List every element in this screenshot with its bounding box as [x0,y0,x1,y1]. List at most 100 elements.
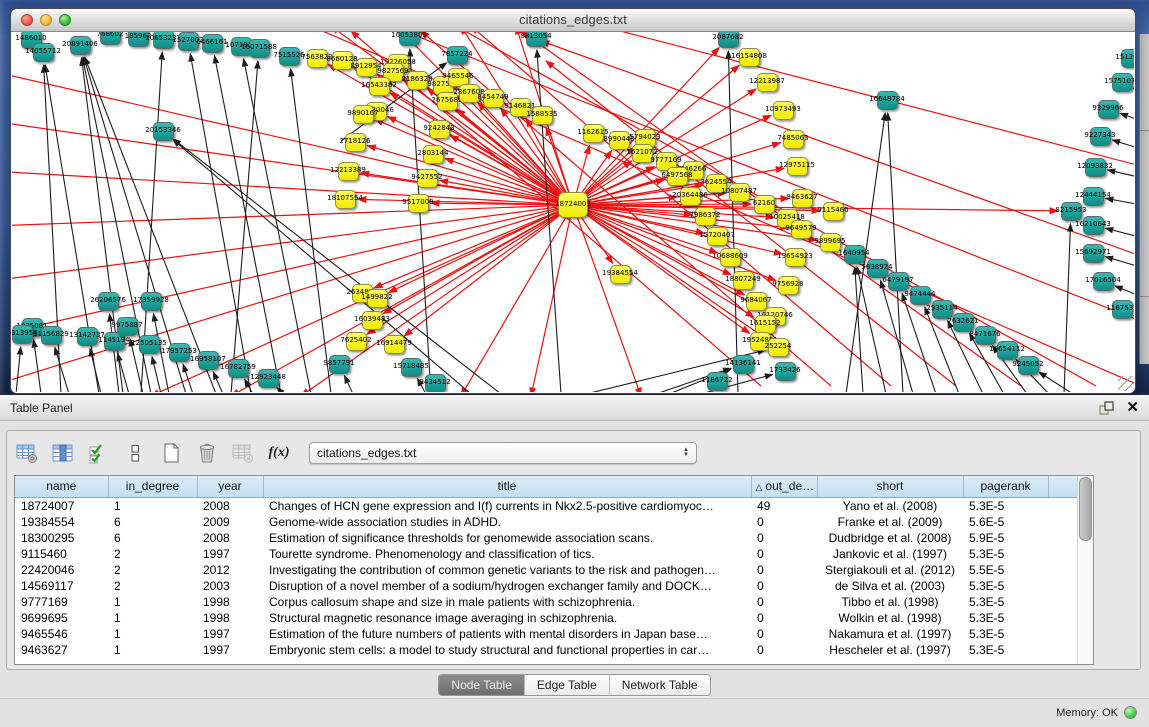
network-node[interactable]: 10653237 [153,32,174,49]
table-cell[interactable]: 5.3E-5 [963,594,1048,610]
network-node[interactable]: 8813054 [526,32,547,47]
network-node[interactable]: 7625402 [346,332,367,351]
network-node[interactable]: 9684067 [746,292,767,311]
float-panel-icon[interactable] [1098,400,1116,416]
network-node[interactable]: 18107554 [335,190,356,209]
network-node[interactable]: 16914479 [384,335,405,354]
network-node[interactable]: 1162615 [583,124,604,143]
table-cell[interactable]: Corpus callosum shape and size in male p… [263,594,751,610]
network-node[interactable]: 7632621 [953,313,974,332]
network-node[interactable]: 2087682 [718,32,739,48]
table-cell[interactable]: 2008 [197,497,263,514]
row-height-icon[interactable] [123,441,147,465]
table-row[interactable]: 946554611997Estimation of the future num… [15,626,1078,642]
table-cell[interactable]: 9463627 [15,642,108,658]
new-column-icon[interactable] [159,441,183,465]
network-node[interactable]: 10973493 [773,101,794,120]
network-node[interactable]: 26206576 [98,292,119,311]
table-cell[interactable]: Tourette syndrome. Phenomenology and cla… [263,546,751,562]
memory-ok-indicator[interactable] [1124,706,1137,719]
network-node[interactable]: 2718126 [345,133,366,152]
window-resize-grip[interactable] [1118,376,1133,391]
network-node[interactable]: 14136141 [733,355,754,374]
table-cell[interactable]: 14569117 [15,578,108,594]
table-cell[interactable]: 9465546 [15,626,108,642]
table-scrollbar-thumb[interactable] [1079,477,1092,541]
table-row[interactable]: 911546021997Tourette syndrome. Phenomeno… [15,546,1078,562]
network-view-window[interactable]: citations_edges.txt 18724007756382286601… [10,8,1136,394]
column-header[interactable]: pagerank [963,476,1048,497]
network-node[interactable]: 16154808 [739,48,760,67]
table-row[interactable]: 1456911722003Disruption of a novel membe… [15,578,1078,594]
table-row[interactable]: 2242004622012Investigating the contribut… [15,562,1078,578]
network-node[interactable]: 12444154 [1083,187,1104,206]
network-node[interactable]: 18807249 [733,271,754,290]
table-cell[interactable]: 0 [751,514,817,530]
network-node[interactable]: 9329966 [1098,100,1119,119]
table-cell[interactable]: 0 [751,562,817,578]
table-cell[interactable] [1048,594,1078,610]
table-cell[interactable]: 1 [108,497,197,514]
table-cell[interactable]: 1997 [197,626,263,642]
network-node[interactable]: 1615152 [755,315,776,334]
table-cell[interactable]: 9699695 [15,610,108,626]
network-node[interactable]: 20891406 [70,36,91,55]
table-row[interactable]: 946362711997Embryonic stem cells: a mode… [15,642,1078,658]
network-node[interactable]: 7563822 [307,49,328,68]
table-row[interactable]: 969969511998Structural magnetic resonanc… [15,610,1078,626]
table-cell[interactable]: Structural magnetic resonance image aver… [263,610,751,626]
network-node[interactable]: 17359928 [141,292,162,311]
network-node[interactable]: 10654112 [997,341,1018,360]
table-cell[interactable]: Tibbo et al. (1998) [817,594,963,610]
network-node[interactable]: 9245052 [1018,356,1039,375]
table-cell[interactable]: 0 [751,578,817,594]
network-node[interactable]: 16071588 [249,39,270,58]
network-node[interactable]: 16958107 [198,351,219,370]
table-row[interactable]: 977716911998Corpus callosum shape and si… [15,594,1078,610]
network-node[interactable]: 17957253 [169,343,190,362]
table-cell[interactable] [1048,578,1078,594]
network-node[interactable]: 2803144 [423,145,444,164]
network-node[interactable]: 9242843 [429,120,450,139]
table-cell[interactable]: 18724007 [15,497,108,514]
network-node[interactable]: 1167533 [1112,300,1133,319]
network-node[interactable]: 9890167 [353,105,374,124]
network-node[interactable]: 9227343 [1090,127,1111,146]
table-cell[interactable]: 5.3E-5 [963,497,1048,514]
table-cell[interactable]: Disruption of a novel member of a sodium… [263,578,751,594]
network-node[interactable]: 9434512 [425,374,446,393]
network-node[interactable]: 2867608 [459,84,480,103]
network-node[interactable]: 9857791 [329,355,350,374]
network-node[interactable]: 15751074 [1112,73,1133,92]
column-header[interactable]: name [15,476,108,497]
table-cell[interactable]: 5.3E-5 [963,578,1048,594]
network-node[interactable]: 8186328 [407,71,428,90]
table-cell[interactable]: 49 [751,497,817,514]
network-node[interactable]: 9975887 [117,317,138,336]
network-node[interactable]: 20153346 [153,122,174,141]
network-canvas[interactable]: 1872400775638228660128891295415226058982… [12,32,1134,392]
table-cell[interactable]: 6 [108,514,197,530]
table-cell[interactable]: 1998 [197,610,263,626]
table-cell[interactable] [1048,562,1078,578]
network-node[interactable]: 17016504 [1093,272,1114,291]
close-panel-icon[interactable]: ✕ [1126,400,1139,416]
table-cell[interactable]: 0 [751,530,817,546]
table-cell[interactable]: de Silva et al. (2003) [817,578,963,594]
table-selector-dropdown[interactable]: citations_edges.txt ▲▼ [309,442,697,464]
table-cell[interactable]: 2008 [197,530,263,546]
tab-network-table[interactable]: Network Table [609,675,710,695]
network-node[interactable]: 9899695 [820,233,841,252]
table-cell[interactable]: 5.5E-5 [963,562,1048,578]
table-cell[interactable]: 0 [751,642,817,658]
table-cell[interactable]: Nakamura et al. (1997) [817,626,963,642]
table-row[interactable]: 1872400712008Changes of HCN gene express… [15,497,1078,514]
delete-column-icon[interactable] [195,441,219,465]
table-cell[interactable]: Yano et al. (2008) [817,497,963,514]
network-node[interactable]: 8454749 [483,89,504,108]
network-node[interactable]: 9517008 [408,194,429,213]
network-node[interactable]: 13142737 [77,327,98,346]
table-cell[interactable]: 1 [108,626,197,642]
table-cell[interactable]: 9115460 [15,546,108,562]
table-cell[interactable]: 2003 [197,578,263,594]
